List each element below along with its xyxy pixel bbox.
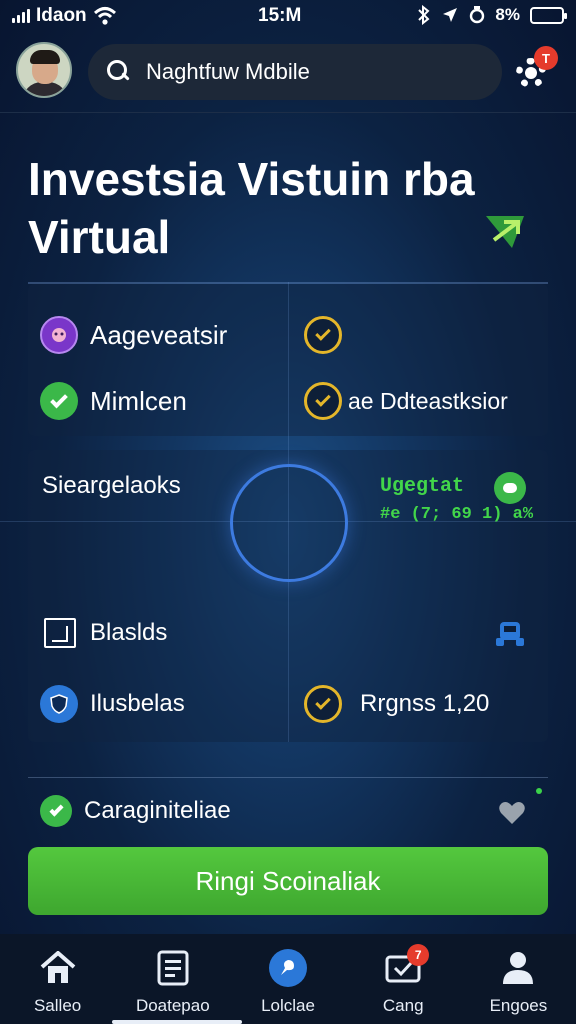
character-icon: [40, 316, 78, 354]
feature-label-5: Ilusbelas: [90, 690, 185, 717]
nav-label: Salleo: [33, 996, 82, 1015]
location-icon: [443, 8, 458, 22]
check-circle-icon: [304, 382, 342, 420]
center-ring: [230, 464, 348, 582]
check-circle-icon: [304, 685, 342, 723]
carrier-label: Idaon: [36, 5, 87, 26]
notification-badge: T: [534, 46, 558, 70]
feature-label-3: Sieargelaoks: [42, 472, 181, 499]
stat-value: #e (7; 69 1) a%: [380, 505, 534, 524]
nav-label: Doatepao: [135, 996, 210, 1015]
home-indicator: [112, 1020, 242, 1024]
nav-label: Lolclae: [261, 996, 315, 1015]
check-circle-icon: [304, 316, 342, 354]
nav-item-profile[interactable]: Engoes: [461, 934, 576, 1024]
nav-item-chat[interactable]: Lolclae: [230, 934, 345, 1024]
gear-hub: [525, 67, 537, 79]
avatar-hair: [30, 50, 60, 64]
settings-button[interactable]: T: [514, 46, 558, 92]
nav-label: Cang: [382, 996, 424, 1015]
section-divider: [28, 777, 548, 778]
primary-cta-button[interactable]: Ringi Scoinaliak: [28, 847, 548, 915]
feature-label-5-right: Rrgnss 1,20: [360, 690, 490, 717]
feature-label-4: Blaslds: [90, 619, 168, 646]
wifi-icon: [93, 7, 116, 25]
nav-item-inbox[interactable]: 7 Cang: [346, 934, 461, 1024]
feature-label-2: Mimlcen: [90, 385, 187, 416]
app-header: T: [0, 40, 576, 104]
heart-icon[interactable]: [498, 800, 526, 826]
feature-label-6: Caraginiteliae: [84, 797, 231, 824]
stat-label: Ugegtat: [380, 475, 465, 498]
feature-label-1: Aageveatsir: [90, 319, 228, 350]
battery-icon: [530, 6, 567, 24]
profile-icon: [498, 948, 538, 988]
bluetooth-icon: [418, 5, 430, 25]
signal-icon: [12, 9, 30, 23]
feature-item-1[interactable]: Aageveatsir: [40, 316, 227, 354]
check-icon: [40, 382, 78, 420]
feature-item-5[interactable]: Ilusbelas: [40, 685, 185, 723]
feature-label-2-right: ae Ddteastksior: [348, 387, 508, 414]
chat-icon: [268, 948, 308, 988]
feature-item-6[interactable]: Caraginiteliae: [40, 795, 231, 827]
search-input[interactable]: [146, 59, 486, 85]
shield-icon: [40, 685, 78, 723]
search-icon: [106, 59, 132, 85]
bottom-nav: Salleo Doatepao Lolclae 7 Cang Engoes: [0, 934, 576, 1024]
alarm-icon: [470, 6, 485, 24]
bus-icon[interactable]: [494, 620, 526, 648]
document-chart-icon: [44, 618, 76, 648]
expand-arrow-icon[interactable]: [484, 214, 526, 250]
home-icon: [38, 948, 78, 988]
feature-status-1[interactable]: [304, 316, 354, 354]
feature-item-2-right[interactable]: ae Ddteastksior: [304, 382, 508, 420]
nav-item-home[interactable]: Salleo: [0, 934, 115, 1024]
avatar[interactable]: [16, 42, 72, 98]
check-icon: [40, 795, 72, 827]
avatar-shirt: [22, 82, 68, 96]
search-bar[interactable]: [88, 44, 502, 100]
nav-item-documents[interactable]: Doatepao: [115, 934, 230, 1024]
feature-item-5-right[interactable]: Rrgnss 1,20: [304, 685, 489, 723]
feature-item-2[interactable]: Mimlcen: [40, 382, 187, 420]
document-icon: [153, 948, 193, 988]
status-time: 15:M: [258, 5, 302, 26]
chat-bubble-icon[interactable]: [494, 472, 526, 504]
battery-percent: 8%: [495, 5, 520, 24]
nav-badge: 7: [407, 944, 430, 966]
inbox-check-icon: 7: [383, 944, 430, 988]
header-divider: [0, 112, 576, 113]
online-indicator: [536, 788, 542, 794]
page-title: Investsia Vistuin rba Virtual: [28, 153, 475, 263]
feature-item-4[interactable]: Blaslds: [44, 618, 167, 648]
status-bar: Idaon 15:M 8%: [0, 0, 576, 32]
feature-item-3[interactable]: Sieargelaoks: [42, 472, 181, 500]
nav-label: Engoes: [489, 996, 548, 1015]
